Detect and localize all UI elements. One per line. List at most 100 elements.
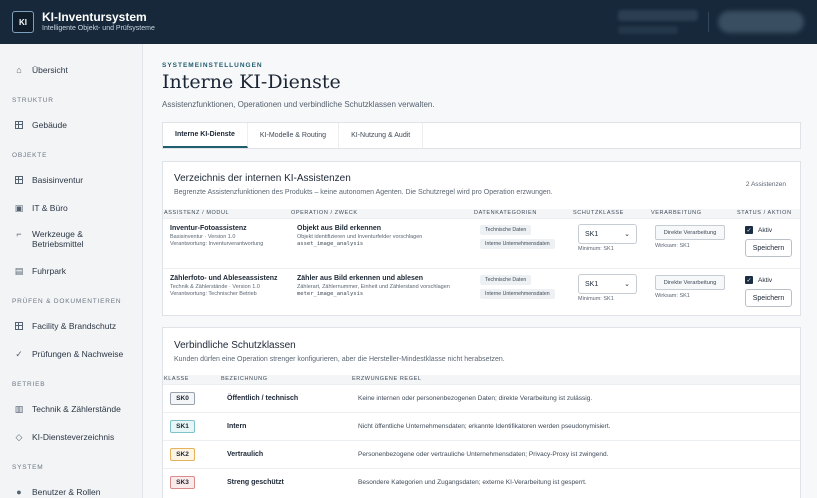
assistant-module: Basisinventur · Version 1.0 xyxy=(170,234,236,240)
class-name: Vertraulich xyxy=(227,451,264,458)
classes-table-header: KLASSE BEZEICHNUNG ERZWUNGENE REGEL xyxy=(163,375,800,384)
class-badge: SK2 xyxy=(170,448,195,461)
table-row: SK0 Öffentlich / technisch Keine interne… xyxy=(163,384,800,412)
assistant-name: Zählerfoto- und Ableseassistenz xyxy=(170,275,278,282)
sidebar-item-label: Technik & Zählerstände xyxy=(32,404,121,414)
category-chip: Interne Unternehmensdaten xyxy=(480,239,555,249)
sidebar-item-benutzer[interactable]: ● Benutzer & Rollen xyxy=(14,487,100,497)
sidebar-item-gebaeude[interactable]: Gebäude xyxy=(14,120,67,130)
sidebar: ⌂ Übersicht STRUKTUR Gebäude OBJEKTE Bas… xyxy=(0,44,143,498)
sidebar-item-pruefungen[interactable]: ✓ Prüfungen & Nachweise xyxy=(14,348,123,360)
column-header: KLASSE xyxy=(164,376,190,382)
sidebar-item-technik[interactable]: ▥ Technik & Zählerstände xyxy=(14,404,121,415)
operation-desc: Objekt identifizieren und Inventurfelder… xyxy=(297,234,423,240)
class-cell: SK1 ⌄ Minimum: SK1 xyxy=(578,224,637,253)
assistant-module: Technik & Zählerstände · Version 1.0 xyxy=(170,284,260,290)
class-select-value: SK1 xyxy=(585,230,599,238)
sidebar-section-title: STRUKTUR xyxy=(12,97,54,104)
operation-name: Objekt aus Bild erkennen xyxy=(297,225,382,232)
sidebar-item-label: Basisinventur xyxy=(32,175,84,185)
column-header: OPERATION / ZWECK xyxy=(291,210,358,216)
classes-title: Verbindliche Schutzklassen xyxy=(174,340,296,351)
processing-cell: Direkte Verarbeitung Wirksam: SK1 xyxy=(655,275,725,300)
sidebar-item-label: KI-Diensteverzeichnis xyxy=(32,432,115,442)
tab-ki-modelle-routing[interactable]: KI-Modelle & Routing xyxy=(248,123,340,148)
active-toggle[interactable]: ✓ Aktiv xyxy=(745,226,792,234)
processing-effective: Wirksam: SK1 xyxy=(655,243,690,249)
category-chip: Technische Daten xyxy=(480,275,532,285)
chevron-down-icon: ⌄ xyxy=(624,281,630,288)
operation-code: asset_image_analysis xyxy=(297,241,364,247)
processing-button[interactable]: Direkte Verarbeitung xyxy=(655,275,725,290)
assistants-table-header: ASSISTENZ / MODUL OPERATION / ZWECK DATE… xyxy=(163,209,800,218)
app-logo[interactable]: KI xyxy=(12,11,34,33)
save-button[interactable]: Speichern xyxy=(745,289,792,307)
assistant-owner: Verantwortung: Inventurverantwortung xyxy=(170,241,264,247)
column-header: ERZWUNGENE REGEL xyxy=(352,376,422,382)
page-subtitle: Assistenzfunktionen, Operationen und ver… xyxy=(162,100,435,109)
sidebar-item-basisinventur[interactable]: Basisinventur xyxy=(14,175,83,185)
grid-icon xyxy=(14,120,24,130)
class-select[interactable]: SK1 ⌄ xyxy=(578,224,637,244)
class-select[interactable]: SK1 ⌄ xyxy=(578,274,637,294)
tab-interne-ki-dienste[interactable]: Interne KI-Dienste xyxy=(163,123,248,148)
sidebar-item-overview[interactable]: ⌂ Übersicht xyxy=(14,65,68,75)
class-badge: SK0 xyxy=(170,392,195,405)
sidebar-item-facility[interactable]: Facility & Brandschutz xyxy=(14,321,116,331)
sidebar-item-label: Werkzeuge & xyxy=(32,229,83,239)
assistants-card: Verzeichnis der internen KI-Assistenzen … xyxy=(162,161,801,316)
table-row: Inventur-Fotoassistenz Basisinventur · V… xyxy=(163,218,800,268)
column-header: ASSISTENZ / MODUL xyxy=(164,210,230,216)
assistants-count: 2 Assistenzen xyxy=(745,181,786,188)
sidebar-item-it-buero[interactable]: ▣ IT & Büro xyxy=(14,202,68,214)
check-icon: ✓ xyxy=(745,226,753,234)
sidebar-item-label: Fuhrpark xyxy=(32,266,67,276)
tool-icon: ⌐ xyxy=(16,229,22,239)
processing-cell: Direkte Verarbeitung Wirksam: SK1 xyxy=(655,225,725,250)
class-badge: SK3 xyxy=(170,476,195,489)
class-select-value: SK1 xyxy=(585,280,599,288)
user-icon: ● xyxy=(16,487,22,497)
sidebar-item-label: Betriebsmittel xyxy=(32,239,84,249)
category-chip: Interne Unternehmensdaten xyxy=(480,289,555,299)
grid-icon xyxy=(14,175,24,185)
main-content: SYSTEMEINSTELLUNGEN Interne KI-Dienste A… xyxy=(143,44,817,498)
home-icon: ⌂ xyxy=(16,65,22,75)
column-header: STATUS / AKTION xyxy=(737,210,792,216)
active-label: Aktiv xyxy=(758,276,773,284)
assistants-desc: Begrenzte Assistenzfunktionen des Produk… xyxy=(174,189,553,196)
page-title: Interne KI-Dienste xyxy=(162,71,341,93)
monitor-icon: ▣ xyxy=(14,202,24,213)
grid-icon xyxy=(14,321,24,331)
active-toggle[interactable]: ✓ Aktiv xyxy=(745,276,792,284)
sidebar-item-fuhrpark[interactable]: ▤ Fuhrpark xyxy=(14,265,67,277)
table-row: Zählerfoto- und Ableseassistenz Technik … xyxy=(163,268,800,316)
check-icon: ✓ xyxy=(745,276,753,284)
check-icon: ✓ xyxy=(15,348,23,359)
brand: KI-Inventursystem Intelligente Objekt- u… xyxy=(42,10,155,34)
column-header: BEZEICHNUNG xyxy=(221,376,268,382)
top-bar: KI KI-Inventursystem Intelligente Objekt… xyxy=(0,0,817,44)
car-icon: ▤ xyxy=(14,265,24,276)
sidebar-item-label: Facility & Brandschutz xyxy=(32,321,117,331)
sidebar-item-werkzeuge[interactable]: ⌐ Werkzeuge & Betriebsmittel xyxy=(14,229,84,249)
class-minimum: Minimum: SK1 xyxy=(578,296,614,302)
header-divider xyxy=(708,12,709,32)
class-rule: Keine internen oder personenbezogenen Da… xyxy=(358,395,593,402)
class-name: Intern xyxy=(227,423,247,430)
classes-desc: Kunden dürfen eine Operation strenger ko… xyxy=(174,356,505,363)
processing-button[interactable]: Direkte Verarbeitung xyxy=(655,225,725,240)
save-button[interactable]: Speichern xyxy=(745,239,792,257)
assistant-cell: Zählerfoto- und Ableseassistenz Technik … xyxy=(170,275,277,298)
chevron-down-icon: ⌄ xyxy=(624,231,630,238)
tab-ki-nutzung-audit[interactable]: KI-Nutzung & Audit xyxy=(339,123,424,148)
sidebar-item-ki-dienste[interactable]: ◇ KI-Diensteverzeichnis xyxy=(14,432,115,443)
column-header: SCHUTZKLASSE xyxy=(573,210,624,216)
class-name: Öffentlich / technisch xyxy=(227,395,299,402)
sidebar-section-title: PRÜFEN & DOKUMENTIEREN xyxy=(12,298,122,305)
user-menu-blurred[interactable] xyxy=(718,11,804,33)
class-rule: Besondere Kategorien und Zugangsdaten; e… xyxy=(358,479,587,486)
operation-name: Zähler aus Bild erkennen und ablesen xyxy=(297,275,424,282)
active-label: Aktiv xyxy=(758,226,773,234)
sidebar-section-title: SYSTEM xyxy=(12,464,44,471)
